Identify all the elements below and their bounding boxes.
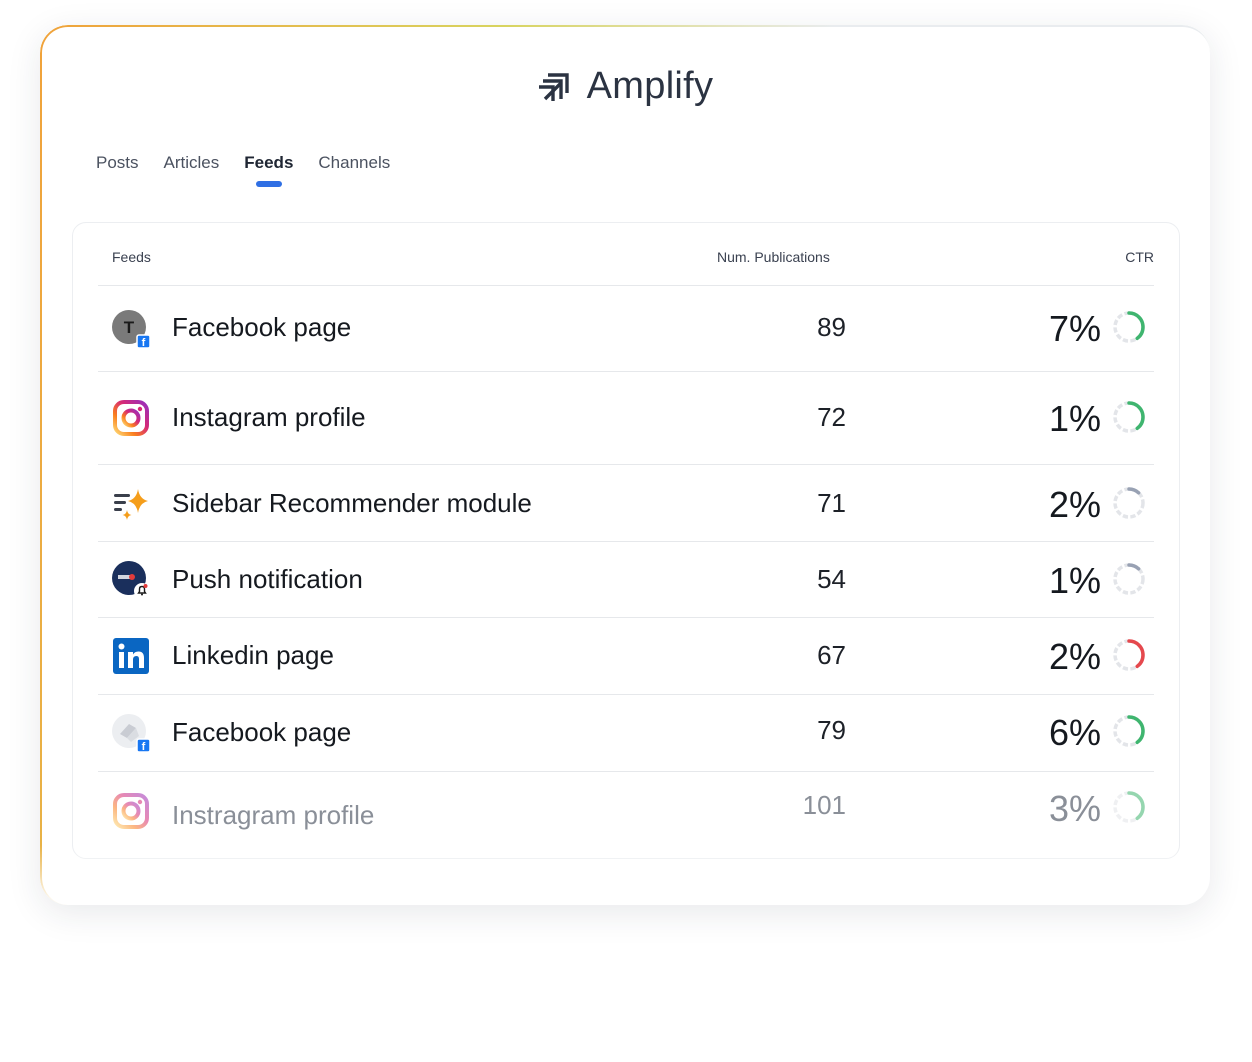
ctr-ring (1113, 563, 1145, 595)
table-row[interactable]: Linkedin page 67 2% (98, 617, 1154, 695)
header-ctr: CTR (1125, 249, 1154, 265)
ctr-value: 6% (1048, 712, 1101, 753)
feeds-card: Amplify Posts Articles Feeds Channels Fe… (40, 25, 1210, 905)
publications-count: 72 (817, 402, 846, 432)
publications-count: 71 (817, 488, 846, 518)
svg-text:T: T (124, 318, 135, 337)
feed-name: Instragram profile (172, 800, 375, 830)
ctr-ring (1113, 791, 1145, 823)
table-row[interactable]: Instagram profile 72 1% (98, 371, 1154, 465)
tab-feeds[interactable]: Feeds (244, 153, 293, 187)
ctr-ring (1113, 487, 1145, 519)
feed-name: Push notification (172, 564, 363, 594)
sparkle-list-icon (114, 489, 148, 520)
feed-name: Sidebar Recommender module (172, 488, 532, 518)
ctr-ring (1113, 639, 1145, 671)
feed-name: Facebook page (172, 717, 352, 747)
header-publications: Num. Publications (717, 249, 830, 265)
publications-count: 79 (817, 715, 846, 745)
svg-text:f: f (142, 337, 146, 348)
instagram-icon (113, 400, 149, 436)
publications-count: 101 (802, 790, 846, 820)
table-row[interactable]: Push notification 54 1% (98, 541, 1154, 618)
linkedin-icon (113, 638, 149, 674)
tab-posts[interactable]: Posts (96, 153, 139, 179)
ctr-value: 1% (1048, 560, 1101, 601)
tabs: Posts Articles Feeds Channels (96, 153, 390, 187)
publications-count: 89 (817, 312, 846, 342)
tab-articles[interactable]: Articles (164, 153, 220, 179)
ctr-value: 2% (1048, 636, 1101, 677)
amplify-logo-icon (538, 72, 569, 101)
ctr-value: 1% (1048, 398, 1101, 439)
ctr-ring (1113, 401, 1145, 433)
feed-name: Instagram profile (172, 402, 366, 432)
publications-count: 67 (817, 640, 846, 670)
svg-text:f: f (142, 741, 146, 752)
ctr-value: 3% (1048, 788, 1101, 829)
table-row[interactable]: T f Facebook page 89 7% (98, 285, 1154, 372)
brand: Amplify (40, 65, 1210, 108)
table-row[interactable]: Sidebar Recommender module 71 2% (98, 464, 1154, 542)
table-row[interactable]: f Facebook page 79 6% (98, 694, 1154, 772)
ctr-value: 7% (1048, 308, 1101, 349)
publications-count: 54 (817, 564, 846, 594)
ctr-ring (1113, 311, 1145, 343)
ctr-ring (1113, 715, 1145, 747)
feeds-table: Feeds Num. Publications CTR T f Facebook… (72, 222, 1180, 859)
app-name: Amplify (586, 65, 714, 107)
push-notification-avatar-icon (112, 561, 150, 599)
bottom-fade (40, 845, 1210, 905)
feed-name: Linkedin page (172, 640, 334, 670)
table-header: Feeds Num. Publications CTR (73, 249, 1179, 271)
ctr-value: 2% (1048, 484, 1101, 525)
feed-name: Facebook page (172, 312, 352, 342)
facebook-page-avatar-icon: f (112, 714, 150, 752)
tab-channels[interactable]: Channels (318, 153, 390, 179)
facebook-page-avatar-icon: T f (112, 310, 150, 348)
header-feeds: Feeds (112, 249, 151, 265)
instagram-icon (113, 793, 149, 829)
